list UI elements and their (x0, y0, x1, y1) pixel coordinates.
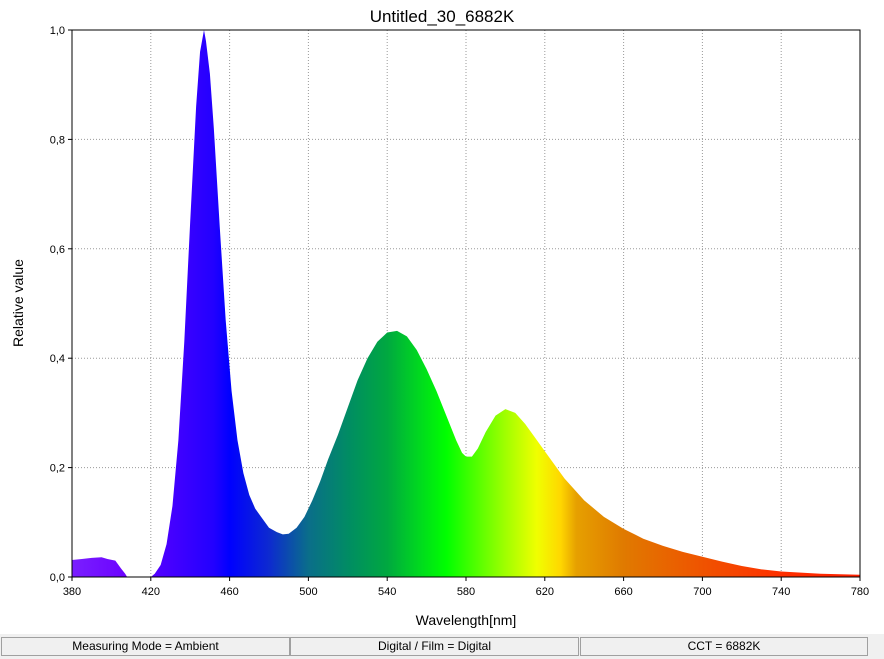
x-tick-label: 420 (142, 586, 160, 598)
x-axis-ticks: 380 420 460 500 540 580 620 660 700 740 780 (63, 577, 869, 598)
y-tick-label: 0,8 (50, 134, 65, 146)
status-measuring-mode: Measuring Mode = Ambient (1, 637, 290, 656)
x-tick-label: 740 (772, 586, 790, 598)
spectrum-chart: Untitled_30_6882K 380 420 460 500 540 580 620 6… (10, 7, 869, 628)
y-tick-label: 0,4 (50, 353, 65, 365)
y-axis-label: Relative value (10, 259, 26, 347)
status-digital-film: Digital / Film = Digital (290, 637, 579, 656)
x-tick-label: 620 (536, 586, 554, 598)
x-tick-label: 460 (220, 586, 238, 598)
x-tick-label: 660 (614, 586, 632, 598)
y-axis-ticks: 0,0 0,2 0,4 0,6 0,8 1,0 (50, 25, 72, 584)
chart-title: Untitled_30_6882K (370, 7, 515, 26)
status-bar: Measuring Mode = Ambient Digital / Film … (0, 634, 884, 659)
x-tick-label: 700 (693, 586, 711, 598)
x-tick-label: 500 (299, 586, 317, 598)
x-tick-label: 580 (457, 586, 475, 598)
y-tick-label: 0,6 (50, 244, 65, 256)
status-cct: CCT = 6882K (580, 637, 868, 656)
x-tick-label: 380 (63, 586, 81, 598)
x-tick-label: 540 (378, 586, 396, 598)
y-tick-label: 1,0 (50, 25, 65, 37)
x-tick-label: 780 (851, 586, 869, 598)
x-axis-label: Wavelength[nm] (416, 612, 517, 628)
y-tick-label: 0,0 (50, 572, 65, 584)
y-tick-label: 0,2 (50, 463, 65, 475)
